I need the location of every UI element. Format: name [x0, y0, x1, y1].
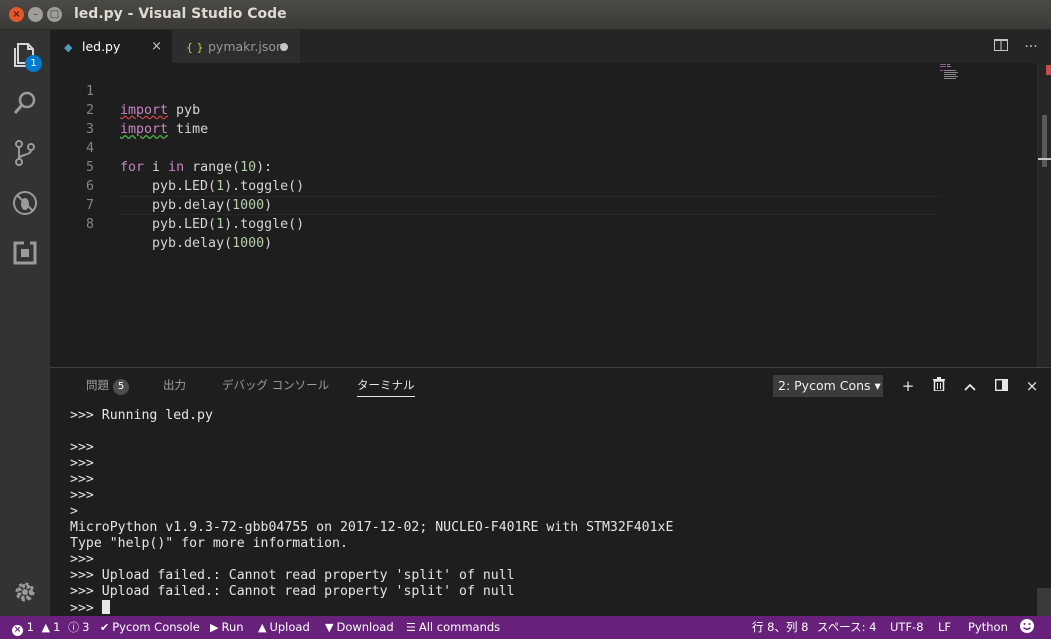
vscode-window: × – □ led.py - Visual Studio Code 1 ◆ le… [0, 0, 1051, 639]
check-icon: ✔ [100, 621, 110, 634]
code-line: 1 import pyb [50, 63, 1051, 118]
pycom-console-label: Pycom Console [112, 620, 200, 634]
search-icon[interactable] [10, 88, 40, 118]
python-icon: ◆ [64, 41, 73, 54]
line-text: pyb.delay(1000) [120, 236, 273, 251]
indentation-setting[interactable]: スペース: 4 [817, 616, 876, 639]
chevron-up-icon[interactable] [960, 376, 980, 396]
terminal-line: Type "help()" for more information. [70, 536, 348, 551]
unsaved-dot-icon [280, 43, 288, 51]
code-line: 8 pyb.delay(1000) [50, 196, 1051, 251]
run-button[interactable]: ▶ Run [210, 616, 244, 639]
close-icon[interactable]: × [151, 30, 162, 63]
terminal-select[interactable]: 2: Pycom Cons ▾ [773, 375, 883, 397]
download-label: Download [336, 620, 394, 634]
cursor-marker [1038, 158, 1051, 160]
warning-count: 1 [53, 620, 61, 634]
json-icon: { } [186, 41, 204, 54]
warning-icon: ▲ [41, 621, 51, 634]
problems-count-badge: 5 [113, 379, 129, 395]
problems-status[interactable]: × 1 ▲ 1 ⓘ 3 [12, 616, 89, 639]
terminal-prompt-line[interactable]: >>> [70, 600, 110, 616]
language-mode[interactable]: Python [968, 616, 1008, 639]
bottom-panel: 問題 5 出力 デバッグ コンソール ターミナル 2: Pycom Cons ▾ … [50, 367, 1051, 616]
terminal-line: >>> Running led.py [70, 408, 213, 423]
all-commands-label: All commands [418, 620, 501, 634]
tab-led-py[interactable]: ◆ led.py × [50, 30, 172, 63]
terminal-line: >>> Upload failed.: Cannot read property… [70, 568, 515, 583]
encoding-setting[interactable]: UTF-8 [890, 616, 924, 639]
status-bar: × 1 ▲ 1 ⓘ 3 ✔ Pycom Console ▶ Run ▲ Upload ▼ D… [0, 616, 1051, 639]
more-actions-icon[interactable]: ··· [1022, 38, 1040, 56]
download-button[interactable]: ▼ Download [325, 616, 394, 639]
info-icon: ⓘ [68, 621, 80, 634]
split-editor-icon[interactable] [992, 38, 1010, 56]
eol-setting[interactable]: LF [938, 616, 951, 639]
terminal-line: > [70, 504, 78, 519]
terminal-line: >>> Upload failed.: Cannot read property… [70, 584, 515, 599]
pycom-console-button[interactable]: ✔ Pycom Console [100, 616, 200, 639]
editor-tab-bar: ◆ led.py × { } pymakr.json ··· [50, 30, 1051, 63]
window-close-button[interactable]: × [9, 7, 24, 22]
info-count: 3 [82, 620, 90, 634]
tab-pymakr-json[interactable]: { } pymakr.json [172, 30, 300, 63]
tab-output[interactable]: 出力 [163, 377, 186, 393]
window-title: led.py - Visual Studio Code [74, 6, 287, 22]
activity-bar: 1 [0, 30, 50, 616]
terminal-prompt: >>> [70, 601, 102, 616]
tab-debug-console[interactable]: デバッグ コンソール [222, 377, 329, 393]
explorer-badge: 1 [25, 55, 42, 72]
window-maximize-button[interactable]: □ [47, 7, 62, 22]
upload-icon: ▲ [258, 621, 267, 634]
debug-icon[interactable] [10, 188, 40, 218]
editor-scrollbar[interactable] [1037, 63, 1051, 367]
code-line: 6 pyb.delay(1000) [50, 158, 1051, 213]
close-panel-icon[interactable]: × [1022, 376, 1042, 396]
list-icon: ☰ [406, 621, 416, 634]
terminal-line: >>> [70, 472, 94, 487]
code-line: 4 for i in range(10): [50, 120, 1051, 175]
code-line: 5 pyb.LED(1).toggle() [50, 139, 1051, 194]
window-minimize-button[interactable]: – [28, 7, 43, 22]
run-label: Run [221, 620, 244, 634]
code-editor[interactable]: 1 import pyb 2 import time 3 4 for i in … [50, 63, 1051, 367]
tab-terminal[interactable]: ターミナル [357, 377, 415, 397]
terminal-line: >>> [70, 552, 94, 567]
terminal-line: >>> [70, 440, 94, 455]
error-marker [1046, 65, 1051, 75]
tab-problems[interactable]: 問題 5 [86, 377, 129, 395]
cursor-position[interactable]: 行 8、列 8 [752, 616, 808, 639]
tab-label: 問題 [86, 378, 109, 392]
code-line: 7 pyb.LED(1).toggle() [50, 177, 1051, 232]
trash-icon[interactable] [929, 376, 949, 396]
line-number: 8 [85, 217, 94, 232]
download-icon: ▼ [325, 621, 334, 634]
tab-label: led.py [81, 39, 121, 54]
terminal-line: >>> [70, 488, 94, 503]
line-text: pyb.LED(1).toggle() [120, 217, 305, 232]
code-line: 2 import time [50, 82, 1051, 137]
tab-label: pymakr.json [207, 39, 284, 54]
upload-label: Upload [269, 620, 310, 634]
terminal-cursor [101, 600, 110, 614]
title-bar: × – □ led.py - Visual Studio Code [0, 0, 1051, 30]
add-terminal-icon[interactable]: + [898, 376, 918, 396]
terminal-line: MicroPython v1.9.3-72-gbb04755 on 2017-1… [70, 520, 674, 535]
error-icon: × [12, 625, 23, 636]
panel-layout-icon[interactable] [991, 376, 1011, 396]
all-commands-button[interactable]: ☰ All commands [406, 616, 500, 639]
terminal-line: >>> [70, 456, 94, 471]
extensions-icon[interactable] [10, 238, 40, 268]
error-count: 1 [26, 620, 34, 634]
gear-icon[interactable] [10, 577, 40, 607]
upload-button[interactable]: ▲ Upload [258, 616, 310, 639]
code-line: 3 [50, 101, 1051, 137]
feedback-smiley-icon[interactable] [1019, 616, 1035, 639]
terminal-scrollbar[interactable] [1037, 588, 1051, 616]
minimap[interactable] [940, 63, 970, 83]
play-icon: ▶ [210, 621, 219, 634]
source-control-icon[interactable] [10, 138, 40, 168]
